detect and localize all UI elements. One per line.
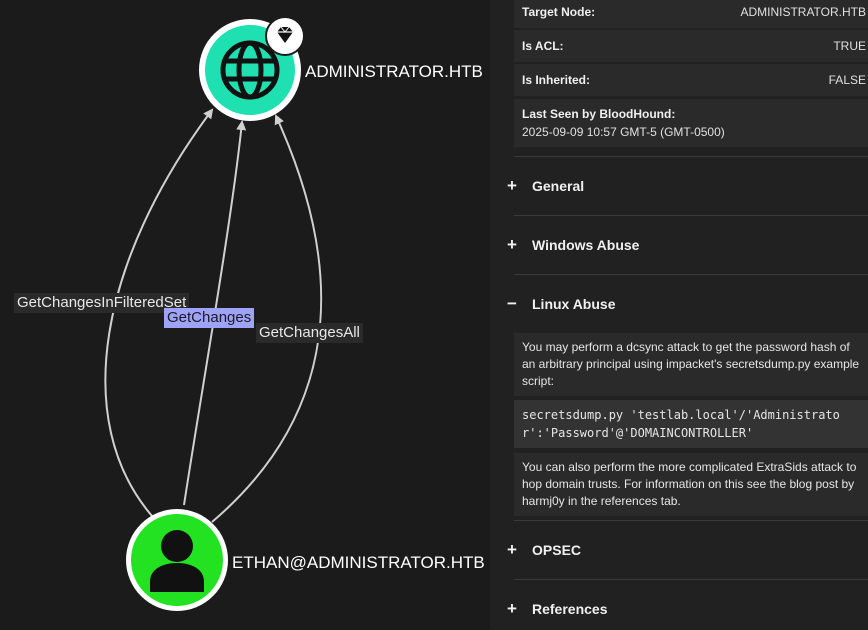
property-is-acl: Is ACL: TRUE (514, 30, 868, 62)
property-value: 2025-09-09 10:57 GMT-5 (GMT-0500) (522, 125, 725, 139)
section-title[interactable]: Linux Abuse (532, 296, 616, 312)
diamond-icon (265, 16, 305, 56)
node-label-ethan: ETHAN@ADMINISTRATOR.HTB (232, 553, 485, 572)
property-last-seen: Last Seen by BloodHound: 2025-09-09 10:5… (514, 99, 868, 147)
edge-label-getchangesinfilteredset[interactable]: GetChangesInFilteredSet (14, 293, 190, 313)
property-key: Is Inherited: (522, 73, 591, 87)
edge-label-getchanges[interactable]: GetChanges (164, 308, 255, 328)
property-key: Last Seen by BloodHound: (522, 107, 676, 121)
collapse-icon[interactable]: − (506, 294, 518, 314)
property-key: Target Node: (522, 5, 596, 19)
node-ethan[interactable] (126, 509, 228, 611)
expand-icon[interactable]: + (506, 235, 518, 255)
node-administrator-htb[interactable] (199, 16, 305, 121)
section-general[interactable]: + General (507, 157, 868, 215)
property-value: FALSE (828, 73, 866, 87)
edge-info-panel: Target Node: ADMINISTRATOR.HTB Is ACL: T… (490, 0, 868, 630)
expand-icon[interactable]: + (506, 540, 518, 560)
section-title[interactable]: References (532, 601, 608, 617)
linux-abuse-code[interactable]: secretsdump.py 'testlab.local'/'Administ… (514, 400, 868, 448)
property-key: Is ACL: (522, 39, 564, 53)
property-target-node: Target Node: ADMINISTRATOR.HTB (514, 0, 868, 28)
linux-abuse-outro: You can also perform the more complicate… (514, 453, 868, 516)
linux-abuse-intro: You may perform a dcsync attack to get t… (514, 333, 868, 396)
section-title[interactable]: General (532, 178, 584, 194)
edge-label-getchangesall[interactable]: GetChangesAll (256, 323, 363, 343)
graph-canvas[interactable]: ADMINISTRATOR.HTB ETHAN@ADMINISTRATOR.HT… (0, 0, 490, 630)
property-value: TRUE (833, 39, 866, 53)
section-windows-abuse[interactable]: + Windows Abuse (507, 216, 868, 274)
section-linux-abuse[interactable]: − Linux Abuse (507, 275, 868, 333)
section-opsec[interactable]: + OPSEC (507, 521, 868, 579)
property-value: ADMINISTRATOR.HTB (740, 5, 866, 19)
expand-icon[interactable]: + (506, 176, 518, 196)
section-title[interactable]: Windows Abuse (532, 237, 639, 253)
section-references[interactable]: + References (507, 580, 868, 630)
node-label-administrator-htb: ADMINISTRATOR.HTB (305, 62, 483, 81)
property-is-inherited: Is Inherited: FALSE (514, 64, 868, 96)
section-title[interactable]: OPSEC (532, 542, 581, 558)
expand-icon[interactable]: + (506, 599, 518, 619)
